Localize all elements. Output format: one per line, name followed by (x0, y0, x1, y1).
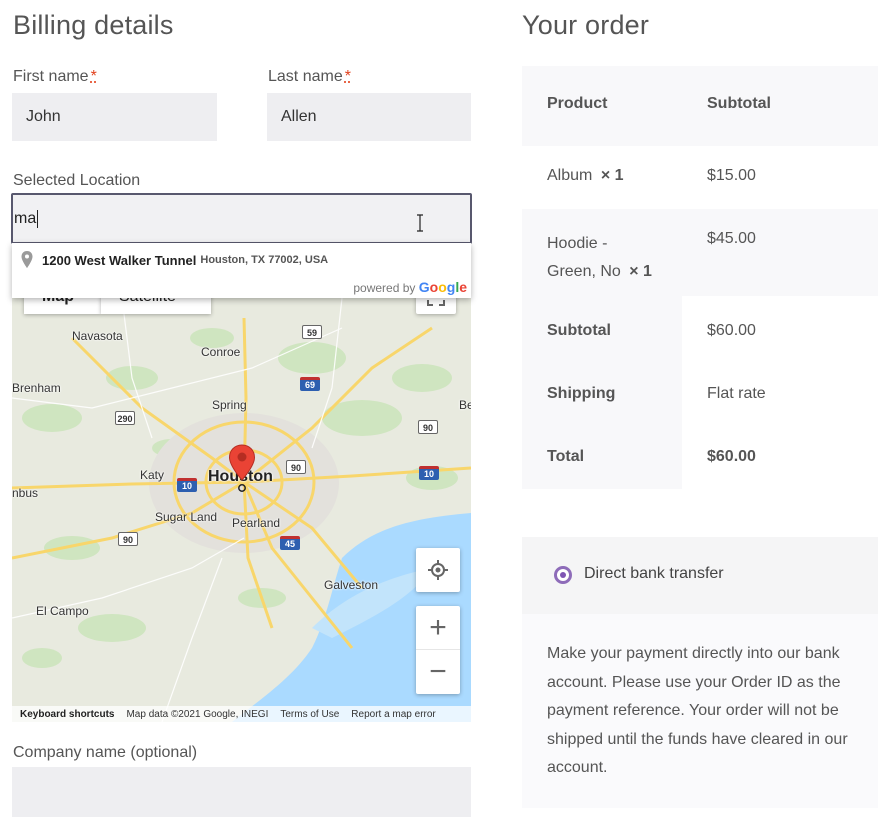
zoom-control: + − (416, 606, 460, 694)
google-logo: Google (418, 279, 467, 295)
company-name-input[interactable] (12, 767, 471, 817)
order-item-price: $45.00 (707, 230, 756, 247)
map-canvas (12, 298, 471, 722)
last-name-label-text: Last name (268, 68, 343, 85)
order-item-row: Hoodie - Green, No × 1 $45.00 (522, 209, 878, 296)
map-footer: Keyboard shortcuts Map data ©2021 Google… (12, 706, 471, 722)
label-cell-bg (522, 422, 682, 489)
map-marker-icon (228, 444, 256, 492)
payment-description-box: Make your payment directly into our bank… (522, 614, 878, 808)
map-type-satellite-button[interactable]: Satellite (101, 298, 211, 314)
order-total-row: Total $60.00 (522, 422, 878, 489)
item-name-line2: Green, No (547, 263, 621, 280)
payment-radio-button[interactable] (554, 566, 572, 584)
map-label-sugar-land: Sugar Land (155, 510, 218, 524)
location-search-value: ma (14, 209, 37, 227)
highway-shield: 90 (286, 460, 306, 474)
map-label-conroe: Conroe (201, 345, 241, 359)
subtotal-value: $60.00 (707, 322, 756, 339)
map-type-map-button[interactable]: Map (24, 298, 101, 314)
order-table-header: Product Subtotal (522, 66, 878, 146)
keyboard-shortcuts-link[interactable]: Keyboard shortcuts (20, 709, 114, 720)
billing-details-title: Billing details (13, 10, 174, 40)
payment-description: Make your payment directly into our bank… (547, 645, 848, 776)
location-map[interactable]: Map Satellite Navasota Conroe Brenham Sp… (12, 298, 471, 722)
column-header-product: Product (547, 95, 608, 112)
order-item-name: Hoodie - Green, No × 1 (547, 230, 652, 286)
shipping-value: Flat rate (707, 385, 766, 402)
item-name-line1: Hoodie - (547, 235, 608, 252)
first-name-label-text: First name (13, 68, 89, 85)
zoom-in-icon[interactable]: + (416, 606, 460, 650)
interstate-shield: 10 (419, 466, 439, 480)
last-name-label: Last name * (268, 68, 351, 86)
total-value: $60.00 (707, 448, 756, 465)
my-location-icon (428, 560, 448, 580)
order-shipping-row: Shipping Flat rate (522, 359, 878, 422)
highway-shield: 90 (118, 532, 138, 546)
item-name-text: Album (547, 167, 593, 184)
order-item-price: $15.00 (707, 167, 756, 184)
text-caret (37, 209, 39, 228)
powered-by-text: powered by (353, 281, 416, 295)
fullscreen-icon (427, 300, 445, 306)
map-label-navasota: Navasota (72, 329, 123, 343)
location-pin-icon (21, 251, 33, 268)
map-label-pearland: Pearland (232, 516, 281, 530)
required-mark: * (344, 68, 351, 85)
required-mark: * (90, 68, 97, 85)
payment-method-option[interactable]: Direct bank transfer (522, 537, 878, 614)
autocomplete-suggestion[interactable]: 1200 West Walker Tunnel Houston, TX 7700… (12, 249, 471, 271)
location-autocomplete-dropdown: 1200 West Walker Tunnel Houston, TX 7700… (12, 243, 471, 298)
powered-by-google: powered by Google (353, 279, 467, 295)
fullscreen-button[interactable] (416, 298, 456, 314)
text-cursor-icon (417, 214, 423, 232)
item-quantity: × 1 (629, 263, 652, 280)
company-name-label: Company name (optional) (13, 744, 198, 761)
your-order-title: Your order (522, 10, 650, 40)
order-item-name: Album × 1 (547, 167, 624, 185)
subtotal-label: Subtotal (547, 322, 611, 339)
payment-method-label: Direct bank transfer (584, 565, 724, 582)
highway-shield: 290 (115, 411, 135, 425)
column-header-subtotal: Subtotal (707, 95, 771, 112)
first-name-label: First name * (13, 68, 97, 86)
selected-location-label: Selected Location (13, 172, 141, 189)
zoom-out-icon[interactable]: − (416, 650, 460, 694)
last-name-value: Allen (281, 108, 317, 125)
location-search-input[interactable]: ma (11, 193, 472, 244)
map-label-galveston: Galveston (324, 578, 379, 592)
map-label-brenham: Brenham (12, 381, 61, 395)
map-label-bus: nbus (12, 486, 39, 500)
map-label-el-campo: El Campo (36, 604, 89, 618)
suggestion-main-text: 1200 West Walker Tunnel (42, 252, 197, 268)
map-label-be: Be (459, 398, 471, 412)
first-name-value: John (26, 108, 61, 125)
highway-shield: 59 (302, 325, 322, 339)
order-subtotal-row: Subtotal $60.00 (522, 296, 878, 359)
item-quantity: × 1 (600, 167, 624, 184)
map-label-katy: Katy (140, 468, 165, 482)
interstate-shield: 45 (280, 536, 300, 550)
highway-shield: 90 (418, 420, 438, 434)
shipping-label: Shipping (547, 385, 616, 402)
order-item-row: Album × 1 $15.00 (522, 146, 878, 209)
map-label-spring: Spring (212, 398, 247, 412)
last-name-input[interactable]: Allen (267, 93, 471, 141)
terms-of-use-link[interactable]: Terms of Use (280, 709, 339, 720)
suggestion-secondary-text: Houston, TX 77002, USA (200, 254, 329, 266)
report-map-error-link[interactable]: Report a map error (351, 709, 435, 720)
interstate-shield: 69 (300, 377, 320, 391)
total-label: Total (547, 448, 585, 465)
map-data-attribution: Map data ©2021 Google, INEGI (126, 708, 269, 720)
interstate-shield: 10 (177, 478, 197, 492)
my-location-button[interactable] (416, 548, 460, 592)
first-name-input[interactable]: John (12, 93, 217, 141)
